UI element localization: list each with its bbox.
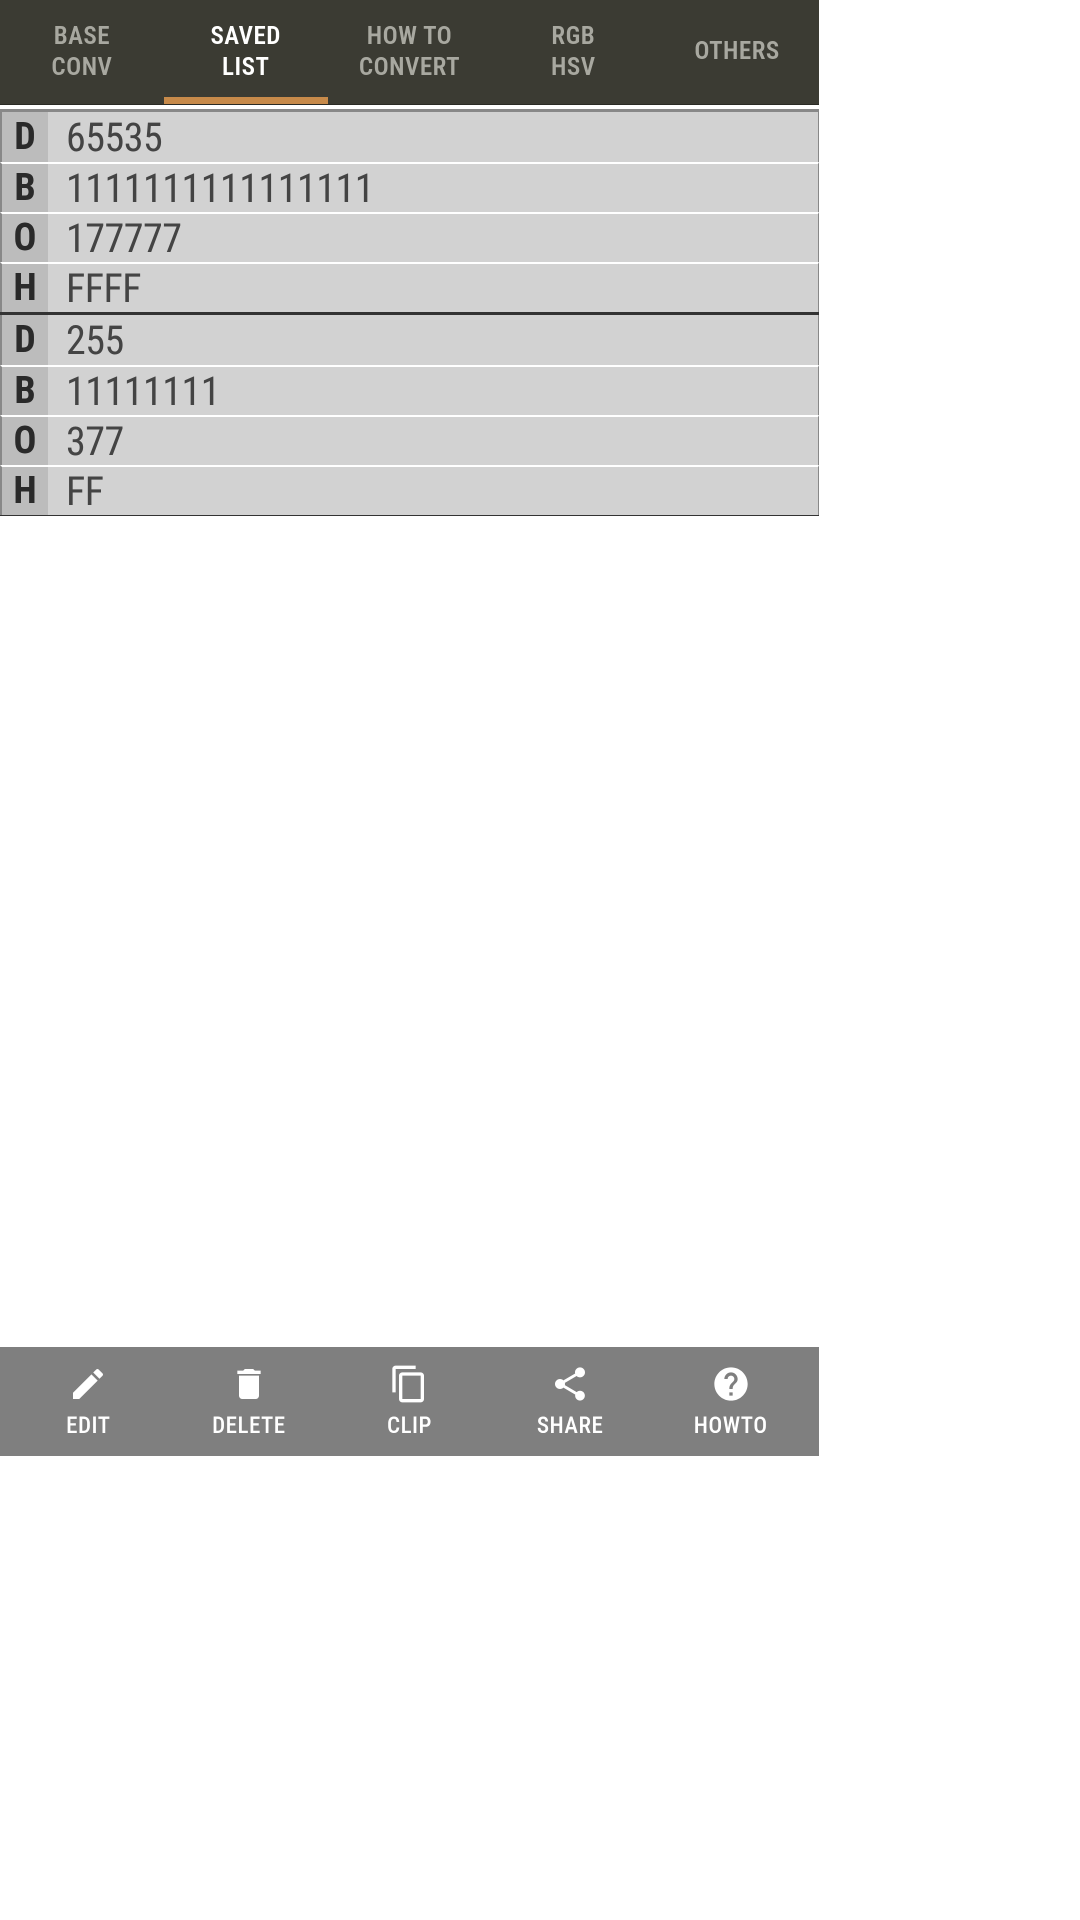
tab-rgb-hsv[interactable]: RGB HSV	[491, 0, 655, 104]
tab-label-line1: RGB	[551, 21, 595, 52]
base-label-octal: O	[2, 417, 48, 465]
tab-others[interactable]: OTHERS	[655, 0, 819, 104]
entry-row-hex: H FF	[0, 465, 819, 515]
entry-row-binary: B 11111111	[0, 365, 819, 415]
base-value-octal: 177777	[48, 215, 818, 262]
tab-label-line2: CONV	[51, 52, 112, 83]
base-value-decimal: 255	[48, 317, 818, 364]
base-label-decimal: D	[2, 112, 48, 162]
base-value-binary: 1111111111111111	[48, 165, 818, 212]
tab-label-line1: SAVED	[210, 21, 281, 52]
base-value-hex: FF	[48, 468, 818, 515]
edit-button[interactable]: EDIT	[8, 1364, 169, 1439]
entry-row-hex: H FFFF	[0, 262, 819, 312]
tab-label-line1: OTHERS	[694, 36, 779, 67]
base-label-decimal: D	[2, 315, 48, 365]
action-label: DELETE	[212, 1412, 286, 1439]
saved-entry[interactable]: D 65535 B 1111111111111111 O 177777 H FF…	[0, 109, 819, 313]
help-icon	[711, 1364, 751, 1404]
base-label-binary: B	[2, 367, 48, 415]
entry-row-decimal: D 255	[0, 315, 819, 365]
tab-saved-list[interactable]: SAVED LIST	[164, 0, 328, 104]
clipboard-icon	[389, 1364, 429, 1404]
tab-how-to-convert[interactable]: HOW TO CONVERT	[328, 0, 492, 104]
base-label-hex: H	[2, 467, 48, 515]
entry-row-binary: B 1111111111111111	[0, 162, 819, 212]
tab-label-line2: CONVERT	[359, 52, 460, 83]
base-value-octal: 377	[48, 418, 818, 465]
saved-list-content: D 65535 B 1111111111111111 O 177777 H FF…	[0, 105, 819, 1347]
share-icon	[550, 1364, 590, 1404]
saved-entry[interactable]: D 255 B 11111111 O 377 H FF	[0, 313, 819, 516]
clip-button[interactable]: CLIP	[329, 1364, 490, 1439]
action-label: HOWTO	[694, 1412, 768, 1439]
action-label: CLIP	[387, 1412, 432, 1439]
tab-label-line1: HOW TO	[367, 21, 453, 52]
base-value-hex: FFFF	[48, 265, 818, 312]
tab-label-line1: BASE	[54, 21, 110, 52]
base-value-decimal: 65535	[48, 114, 818, 161]
action-label: EDIT	[66, 1412, 110, 1439]
pencil-icon	[68, 1364, 108, 1404]
entry-row-octal: O 177777	[0, 212, 819, 262]
howto-button[interactable]: HOWTO	[650, 1364, 811, 1439]
tab-bar: BASE CONV SAVED LIST HOW TO CONVERT RGB …	[0, 0, 819, 105]
action-bar: EDIT DELETE CLIP SHARE HOWTO	[0, 1347, 819, 1456]
share-button[interactable]: SHARE	[490, 1364, 651, 1439]
entry-row-decimal: D 65535	[0, 112, 819, 162]
tab-base-conv[interactable]: BASE CONV	[0, 0, 164, 104]
base-label-hex: H	[2, 264, 48, 312]
base-value-binary: 11111111	[48, 368, 818, 415]
delete-button[interactable]: DELETE	[169, 1364, 330, 1439]
tab-label-line2: LIST	[222, 52, 269, 83]
entry-row-octal: O 377	[0, 415, 819, 465]
base-label-binary: B	[2, 164, 48, 212]
base-label-octal: O	[2, 214, 48, 262]
trash-icon	[229, 1364, 269, 1404]
action-label: SHARE	[537, 1412, 603, 1439]
tab-label-line2: HSV	[551, 52, 596, 83]
